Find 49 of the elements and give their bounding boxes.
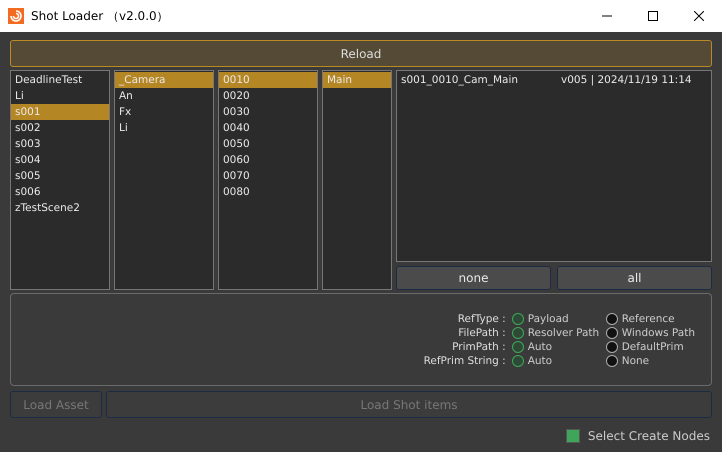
maximize-icon[interactable] (648, 11, 658, 21)
list-item[interactable]: s003 (11, 136, 109, 152)
radio-label[interactable]: DefaultPrim (622, 340, 684, 352)
list-item[interactable]: Li (115, 120, 213, 136)
list-item[interactable]: DeadlineTest (11, 72, 109, 88)
list-item[interactable]: 0060 (219, 152, 317, 168)
list-item[interactable]: s002 (11, 120, 109, 136)
list-item[interactable]: Li (11, 88, 109, 104)
list-item[interactable]: An (115, 88, 213, 104)
radio-label[interactable]: Resolver Path (528, 326, 600, 338)
list-item[interactable]: 0040 (219, 120, 317, 136)
checkbox-label[interactable]: Select Create Nodes (588, 429, 710, 443)
radio-button[interactable] (606, 326, 618, 338)
radio-label[interactable]: Reference (622, 312, 675, 324)
radio-button[interactable] (606, 340, 618, 352)
option-label: RefType : (456, 312, 506, 324)
radio-button[interactable] (512, 340, 524, 352)
result-info[interactable]: v005 | 2024/11/19 11:14 (561, 74, 692, 86)
radio-label[interactable]: Auto (528, 340, 552, 352)
radio-button[interactable] (512, 326, 524, 338)
radio-button[interactable] (512, 312, 524, 324)
checkbox[interactable] (566, 429, 580, 443)
reload-button[interactable]: Reload (10, 40, 712, 67)
list-item[interactable]: s004 (11, 152, 109, 168)
list-item[interactable]: 0080 (219, 184, 317, 200)
list-item[interactable]: s005 (11, 168, 109, 184)
option-label: RefPrim String : (424, 354, 506, 366)
list-item[interactable]: 0050 (219, 136, 317, 152)
option-label: PrimPath : (451, 340, 506, 352)
app-logo-icon (8, 8, 24, 24)
close-icon[interactable] (694, 11, 704, 21)
option-label: FilePath : (457, 326, 506, 338)
radio-label[interactable]: Auto (528, 354, 552, 366)
radio-label[interactable]: None (622, 354, 650, 366)
list-item[interactable]: s006 (11, 184, 109, 200)
window-title: Shot Loader （v2.0.0） (31, 8, 169, 24)
radio-label[interactable]: Payload (528, 312, 569, 324)
list-item[interactable]: 0030 (219, 104, 317, 120)
list-item[interactable]: 0020 (219, 88, 317, 104)
list-item[interactable]: Fx (115, 104, 213, 120)
radio-button[interactable] (512, 354, 524, 366)
result-name[interactable]: s001_0010_Cam_Main (401, 74, 561, 86)
radio-button[interactable] (606, 354, 618, 366)
list-item[interactable]: 0070 (219, 168, 317, 184)
select-button[interactable]: none (396, 266, 551, 290)
radio-label[interactable]: Windows Path (622, 326, 695, 338)
radio-button[interactable] (606, 312, 618, 324)
list-item[interactable]: zTestScene2 (11, 200, 109, 216)
select-button[interactable]: all (557, 266, 712, 290)
